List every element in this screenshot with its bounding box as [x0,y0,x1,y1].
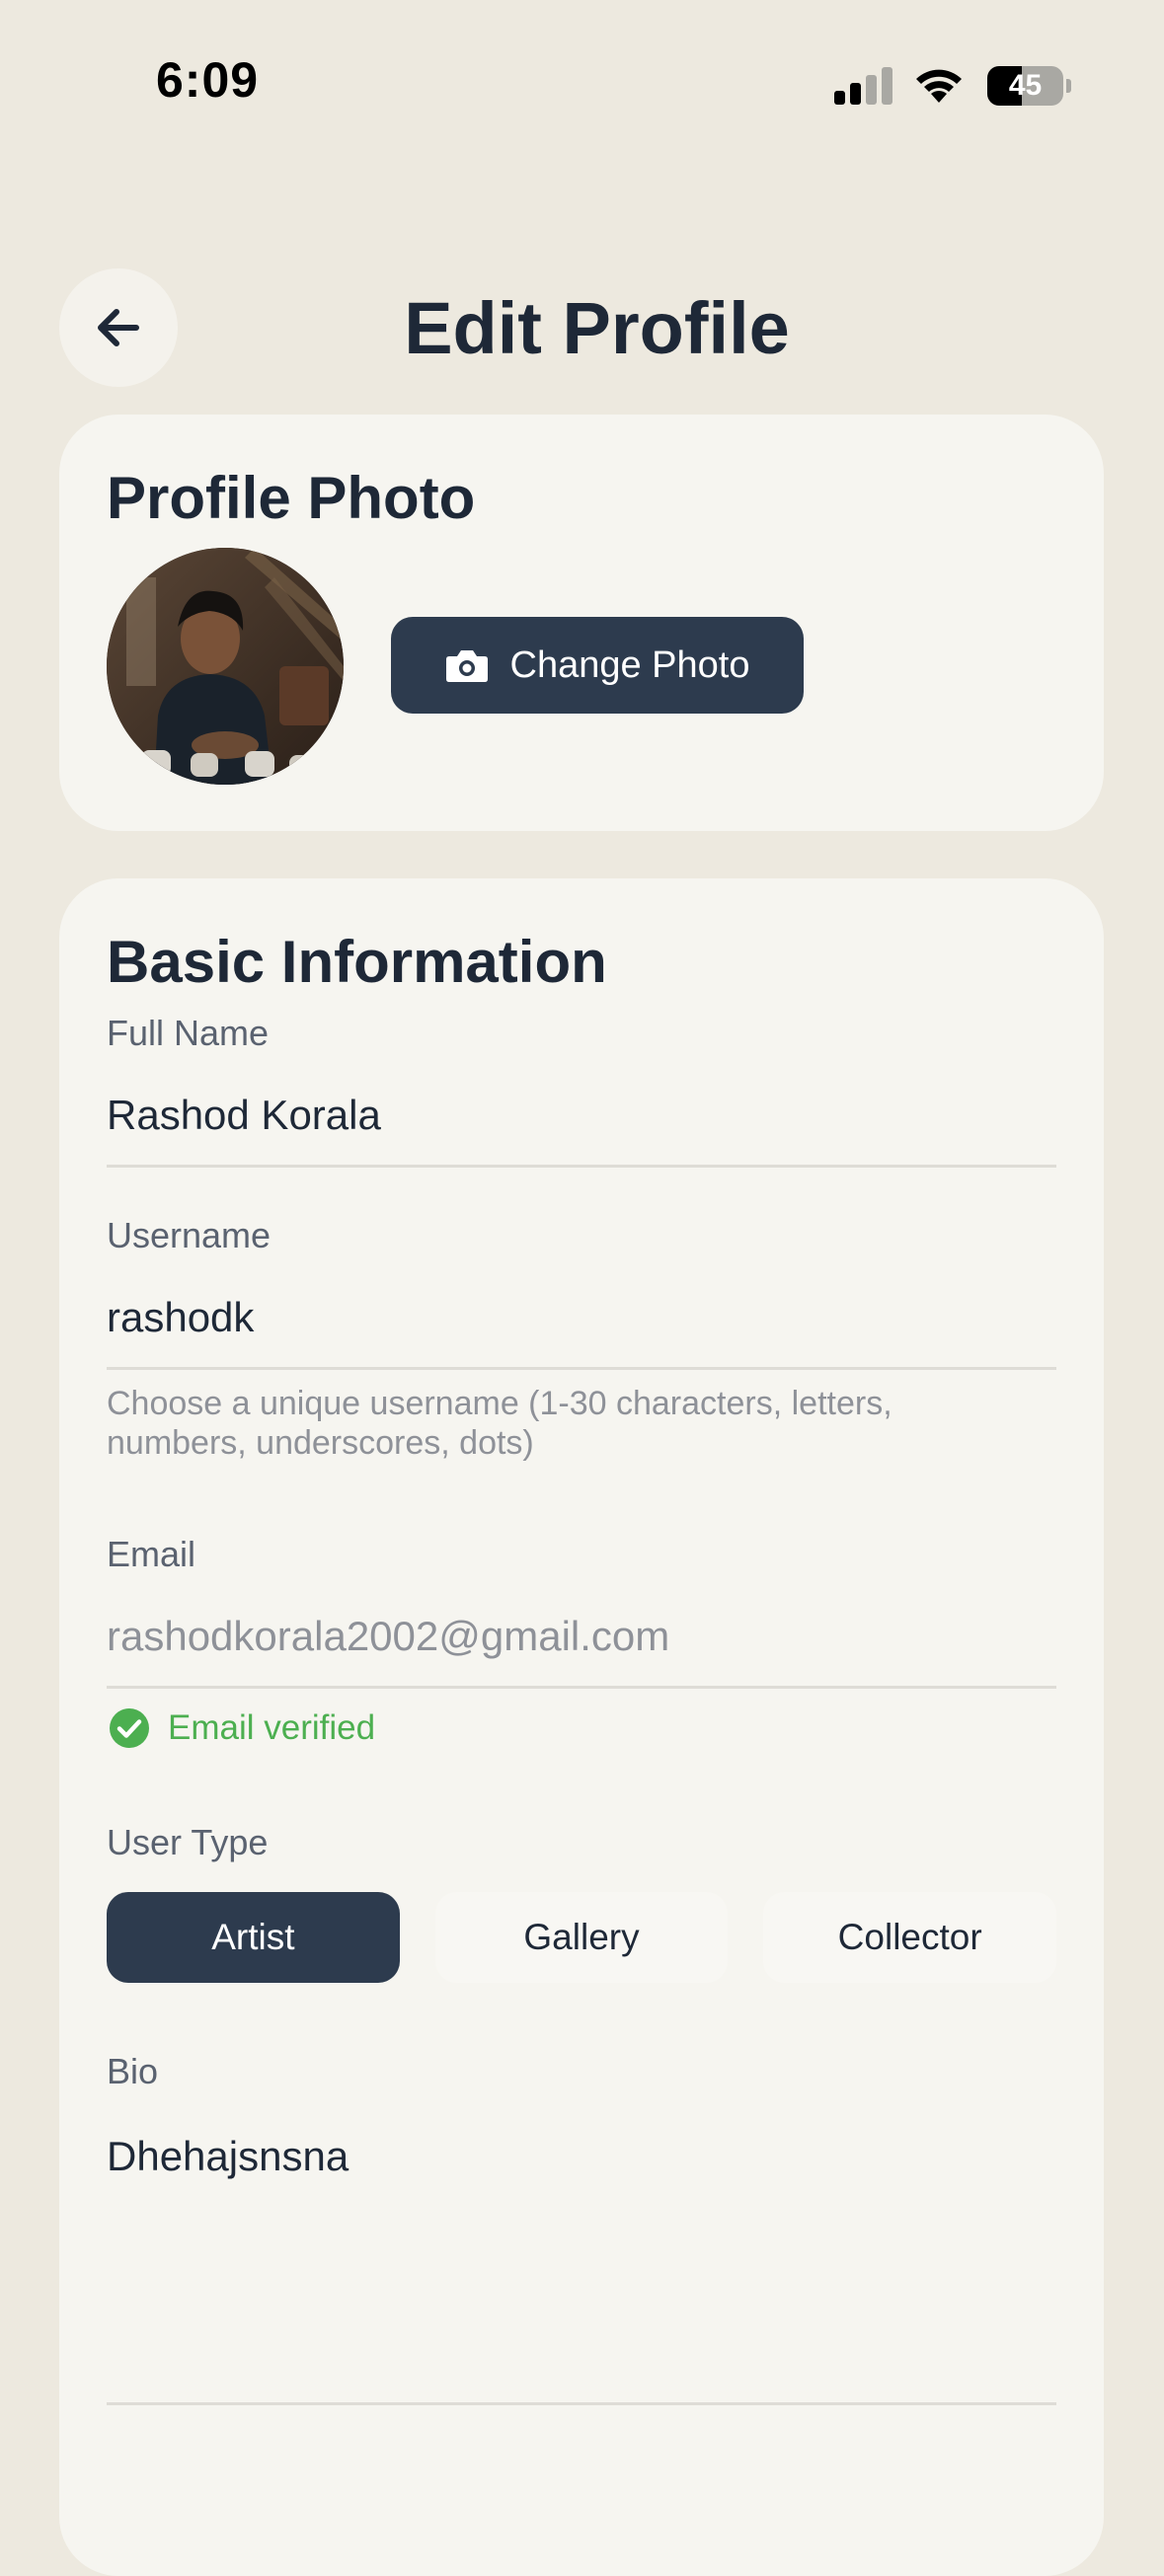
battery-tip [1066,79,1071,93]
user-type-selector: Artist Gallery Collector [107,1892,1057,1983]
cellular-signal-icon [834,67,893,105]
profile-photo-title: Profile Photo [107,465,476,531]
camera-icon [445,650,488,682]
user-type-option-collector[interactable]: Collector [763,1892,1057,1983]
bio-textarea[interactable]: Dhehajsnsna [107,2132,1056,2290]
email-underline [107,1686,1056,1689]
page-title: Edit Profile [404,287,790,369]
full-name-field[interactable]: Rashod Korala [107,1091,1056,1140]
email-label: Email [107,1534,196,1574]
username-helper-text: Choose a unique username (1-30 character… [107,1385,892,1462]
basic-information-title: Basic Information [107,929,607,995]
basic-information-card: Basic Information Full Name Rashod Koral… [59,878,1104,2576]
full-name-label: Full Name [107,1013,270,1053]
status-time: 6:09 [156,52,260,108]
avatar [107,548,344,785]
username-underline [107,1367,1056,1370]
change-photo-button[interactable]: Change Photo [391,617,804,714]
battery-icon: 45 [987,66,1063,106]
wifi-icon [916,69,962,103]
username-field[interactable]: rashodk [107,1293,1056,1342]
email-verified-status: Email verified [109,1707,375,1749]
status-bar: 6:09 45 [0,0,1164,148]
username-label: Username [107,1215,272,1255]
profile-photo-card: Profile Photo Change Photo [59,415,1104,831]
email-field: rashodkorala2002@gmail.com [107,1613,670,1659]
full-name-underline [107,1165,1056,1168]
user-type-option-artist[interactable]: Artist [107,1892,400,1983]
battery-level: 45 [1008,69,1043,102]
bio-label: Bio [107,2051,159,2091]
check-circle-icon [110,1708,149,1748]
change-photo-label: Change Photo [509,644,750,686]
email-verified-text: Email verified [168,1708,376,1747]
user-type-option-gallery[interactable]: Gallery [434,1892,729,1983]
bio-underline [107,2402,1056,2405]
user-type-label: User Type [107,1822,269,1862]
